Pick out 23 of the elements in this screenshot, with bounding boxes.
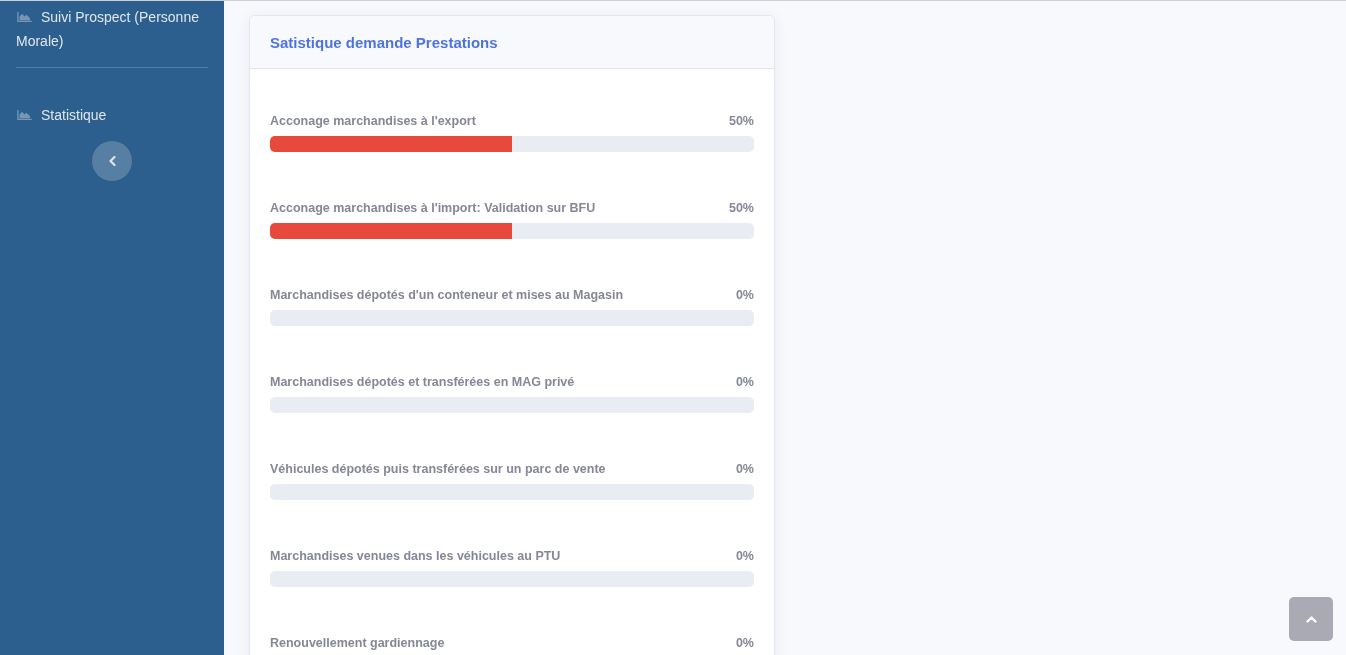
sidebar-link[interactable]: Statistique bbox=[16, 103, 208, 127]
chevron-up-icon bbox=[1305, 615, 1317, 623]
progress-percent: 50% bbox=[728, 113, 754, 129]
sidebar-toggle-button[interactable] bbox=[92, 141, 132, 181]
progress-percent: 0% bbox=[735, 287, 754, 303]
progress-percent: 0% bbox=[735, 635, 754, 651]
chevron-left-icon bbox=[108, 156, 116, 166]
progress-label: Renouvellement gardiennage bbox=[270, 635, 445, 651]
progress-percent: 0% bbox=[735, 548, 754, 564]
progress-label: Acconage marchandises à l'export bbox=[270, 113, 476, 129]
progress-percent: 0% bbox=[735, 374, 754, 390]
area-chart-icon bbox=[17, 110, 32, 120]
sidebar-link[interactable]: Suivi Prospect (Personne Morale) bbox=[16, 5, 208, 53]
progress-percent: 0% bbox=[735, 461, 754, 477]
card-title: Satistique demande Prestations bbox=[270, 33, 498, 51]
area-chart-icon bbox=[17, 12, 32, 22]
progress-label: Marchandises dépotés et transférées en MAG privé bbox=[270, 374, 575, 390]
progress-label: Véhicules dépotés puis transférées sur un parc de vente bbox=[270, 461, 606, 477]
progress-label: Marchandises venues dans les véhicules au PTU bbox=[270, 548, 561, 564]
progress-label: Marchandises dépotés d'un conteneur et mises au Magasin bbox=[270, 287, 624, 303]
scroll-to-top-button[interactable] bbox=[1289, 597, 1333, 641]
progress-percent: 50% bbox=[728, 200, 754, 216]
progress-label: Acconage marchandises à l'import: Validation sur BFU bbox=[270, 200, 596, 216]
